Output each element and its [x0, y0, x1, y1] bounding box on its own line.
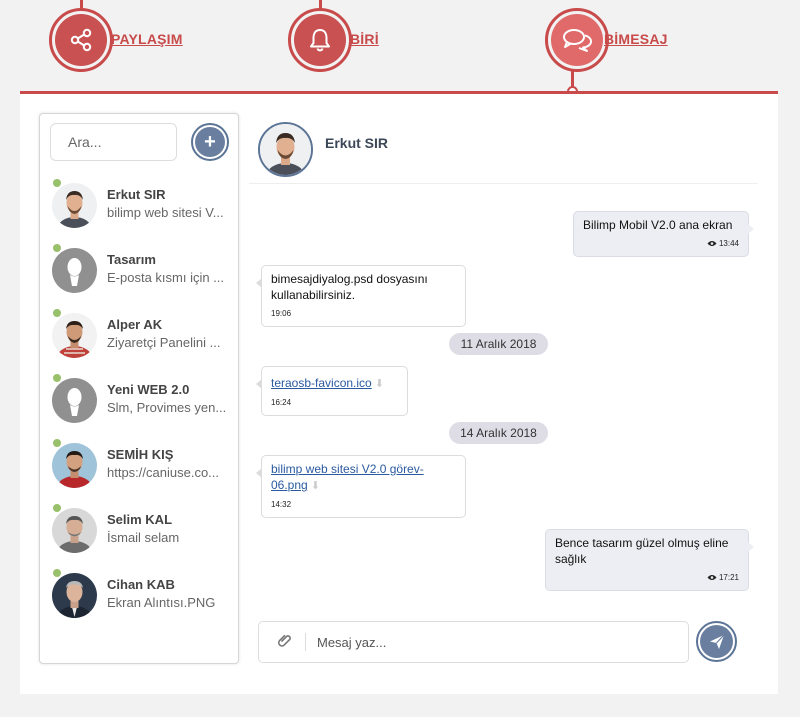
avatar — [52, 378, 97, 423]
file-link[interactable]: bilimp web sitesi V2.0 görev-06.png — [271, 462, 424, 492]
composer-divider — [305, 633, 306, 651]
search-input[interactable] — [50, 123, 177, 161]
message-incoming-file: teraosb-favicon.ico ⬇ 16:24 — [256, 366, 408, 416]
tab-icon-ring — [49, 8, 113, 72]
online-indicator — [53, 309, 61, 317]
online-indicator — [53, 374, 61, 382]
top-tabs: PAYLAŞIM BİRİ BİMESAJ — [0, 0, 800, 97]
avatar — [52, 248, 97, 293]
contact-item[interactable]: Erkut SIR bilimp web sitesi V... — [40, 172, 238, 237]
contact-preview: Slm, Provimes yen... — [107, 400, 227, 415]
seen-eye-icon — [707, 241, 717, 246]
message-composer — [258, 621, 689, 663]
online-indicator — [53, 569, 61, 577]
avatar — [52, 573, 97, 618]
contact-preview: İsmail selam — [107, 530, 180, 545]
message-incoming-file: bilimp web sitesi V2.0 görev-06.png ⬇ 14:… — [256, 455, 466, 518]
seen-eye-icon — [707, 575, 717, 580]
message-time: 19:06 — [271, 309, 292, 318]
contact-name: Alper AK — [107, 317, 163, 332]
download-icon[interactable]: ⬇ — [375, 376, 384, 392]
contact-name: SEMİH KIŞ — [107, 447, 174, 462]
contact-preview: https://caniuse.co... — [107, 465, 220, 480]
message-time: 14:32 — [271, 500, 292, 509]
contact-item[interactable]: Selim KAL İsmail selam — [40, 497, 238, 562]
message-text: bimesajdiyalog.psd dosyasını kullanabili… — [271, 272, 428, 302]
chat-bubbles-icon — [551, 14, 603, 66]
online-indicator — [53, 179, 61, 187]
contact-list: Erkut SIR bilimp web sitesi V... Tasarım… — [40, 172, 238, 627]
attach-icon[interactable] — [277, 633, 293, 649]
message-meta: 17:21 — [555, 570, 739, 586]
contacts-sidebar: + Erkut SIR bilimp web sitesi V... Tasar… — [39, 113, 239, 664]
online-indicator — [53, 504, 61, 512]
plus-icon: + — [195, 127, 225, 157]
tab-label[interactable]: BİRİ — [350, 31, 379, 47]
message-time: 13:44 — [718, 239, 739, 248]
date-separator: 14 Aralık 2018 — [449, 422, 548, 444]
chat-contact-name: Erkut SIR — [325, 135, 389, 151]
message-incoming: bimesajdiyalog.psd dosyasını kullanabili… — [256, 265, 466, 327]
contact-preview: bilimp web sitesi V... — [107, 205, 224, 220]
avatar — [52, 183, 97, 228]
contact-item[interactable]: Cihan KAB Ekran Alıntısı.PNG — [40, 562, 238, 627]
send-icon — [700, 625, 733, 658]
download-icon[interactable]: ⬇ — [311, 478, 320, 494]
contact-item[interactable]: Alper AK Ziyaretçi Panelini ... — [40, 302, 238, 367]
contact-preview: E-posta kısmı için ... — [107, 270, 225, 285]
share-icon — [55, 14, 107, 66]
avatar — [52, 313, 97, 358]
message-meta: 13:44 — [583, 236, 739, 252]
contact-name: Yeni WEB 2.0 — [107, 382, 190, 397]
online-indicator — [53, 439, 61, 447]
message-text: Bilimp Mobil V2.0 ana ekran — [583, 218, 733, 232]
contact-preview: Ziyaretçi Panelini ... — [107, 335, 221, 350]
send-button[interactable] — [696, 621, 737, 662]
message-time: 17:21 — [718, 573, 739, 582]
date-separator: 11 Aralık 2018 — [449, 333, 548, 355]
tab-label[interactable]: PAYLAŞIM — [111, 31, 183, 47]
contact-item[interactable]: SEMİH KIŞ https://caniuse.co... — [40, 432, 238, 497]
file-link[interactable]: teraosb-favicon.ico — [271, 376, 372, 390]
contact-name: Erkut SIR — [107, 187, 166, 202]
message-input[interactable] — [317, 630, 677, 654]
tab-icon-ring — [288, 8, 352, 72]
add-conversation-button[interactable]: + — [191, 123, 229, 161]
contact-name: Cihan KAB — [107, 577, 175, 592]
contact-preview: Ekran Alıntısı.PNG — [107, 595, 216, 610]
contact-name: Selim KAL — [107, 512, 173, 527]
message-outgoing: Bence tasarım güzel olmuş eline sağlık 1… — [545, 529, 754, 591]
contact-item[interactable]: Tasarım E-posta kısmı için ... — [40, 237, 238, 302]
avatar — [52, 508, 97, 553]
avatar — [52, 443, 97, 488]
contact-item[interactable]: Yeni WEB 2.0 Slm, Provimes yen... — [40, 367, 238, 432]
chat-contact-avatar[interactable] — [258, 122, 313, 177]
bell-icon — [294, 14, 346, 66]
contact-name: Tasarım — [107, 252, 156, 267]
chat-header: Erkut SIR — [249, 114, 758, 184]
tab-icon-ring — [545, 8, 609, 72]
message-outgoing: Bilimp Mobil V2.0 ana ekran 13:44 — [573, 211, 754, 257]
message-text: Bence tasarım güzel olmuş eline sağlık — [555, 536, 729, 566]
message-time: 16:24 — [271, 398, 292, 407]
online-indicator — [53, 244, 61, 252]
tab-label[interactable]: BİMESAJ — [604, 31, 668, 47]
